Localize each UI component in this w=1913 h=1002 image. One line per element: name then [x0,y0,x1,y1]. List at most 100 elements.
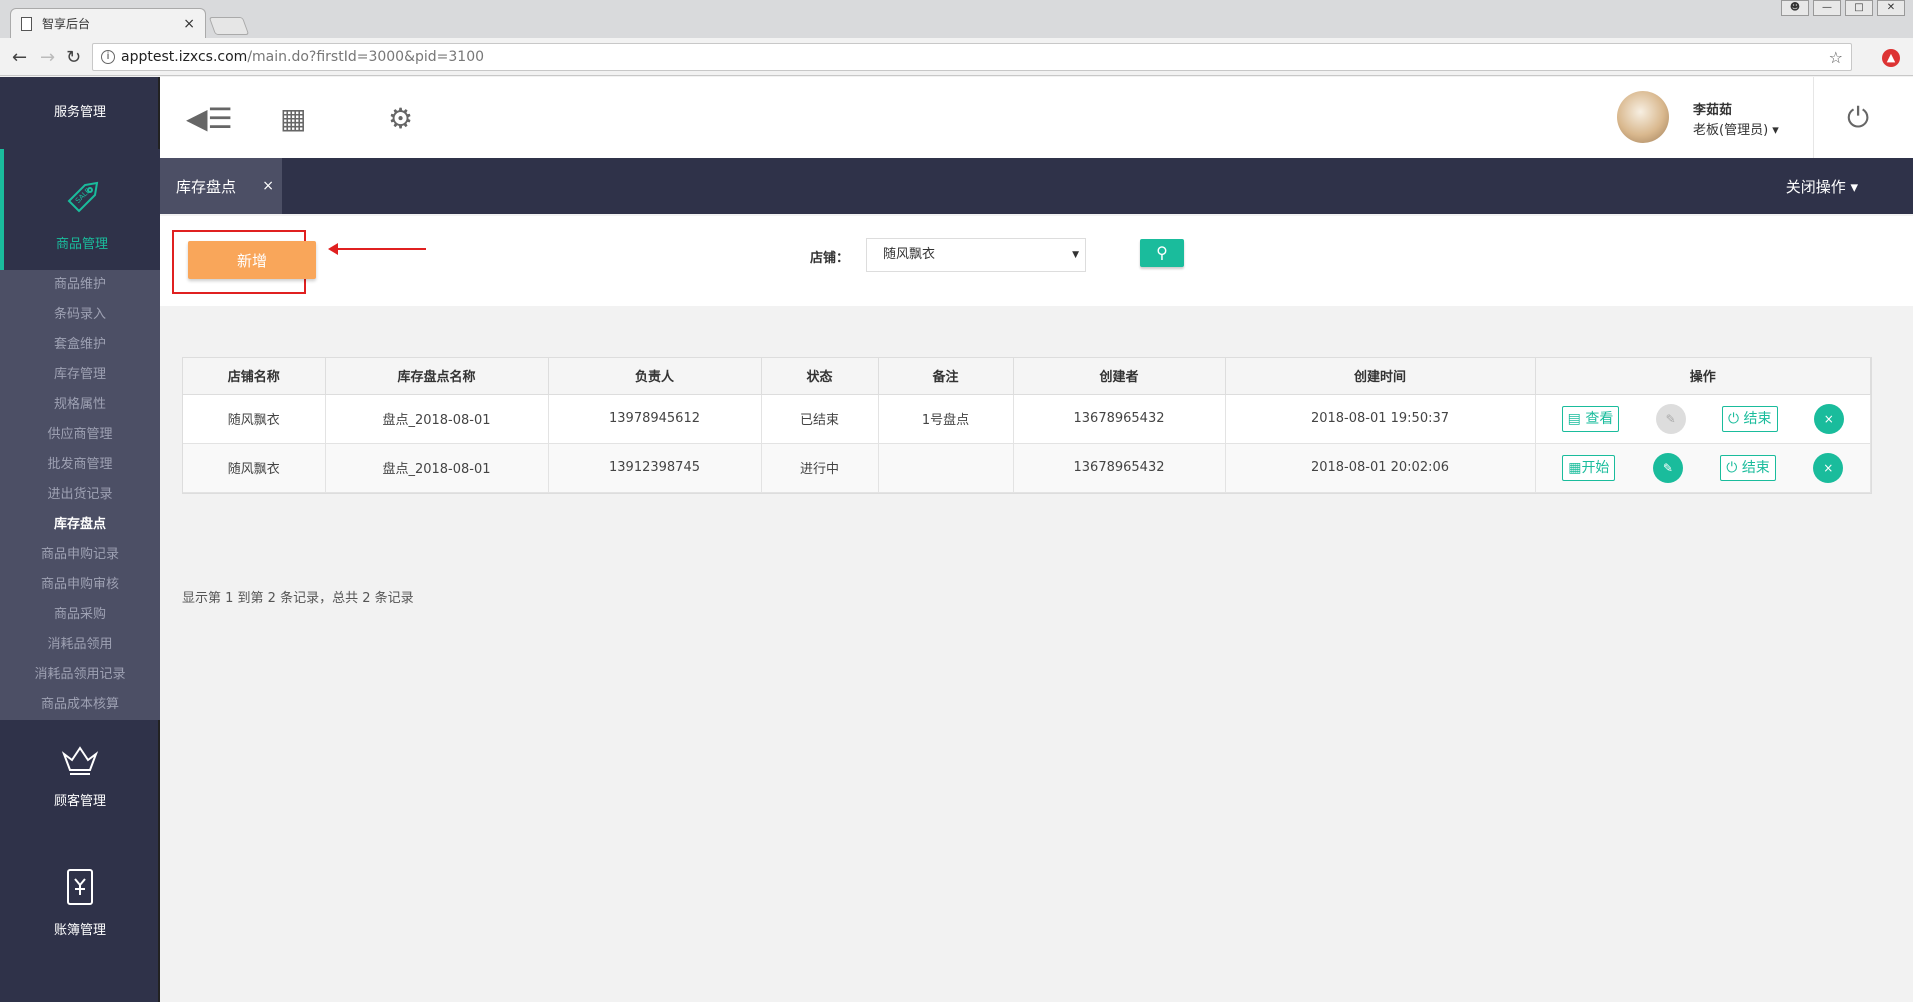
grid-icon[interactable]: ▦ [280,102,306,135]
cell-status: 进行中 [761,443,879,493]
submenu-item[interactable]: 供应商管理 [0,420,160,450]
sidebar: 服务管理 SALE 商品管理 商品维护 条码录入 套盒维护 库存管理 规格属性 供应商管理… [0,77,160,1002]
svg-text:SALE: SALE [74,187,92,205]
submenu-item[interactable]: 规格属性 [0,390,160,420]
column-header: 店铺名称 [183,358,326,395]
close-icon[interactable]: × [262,178,274,194]
bookmark-star-icon[interactable]: ☆ [1829,48,1843,67]
avatar[interactable] [1617,91,1669,143]
crown-icon [0,742,160,786]
finish-button[interactable]: ⏻ 结束 [1720,454,1776,481]
edit-button-disabled: ✎ [1655,403,1686,434]
submenu-item[interactable]: 商品维护 [0,270,160,300]
column-header: 状态 [761,358,879,395]
column-header: 创建者 [1013,358,1226,395]
edit-icon: ✎ [1662,460,1673,475]
shop-label: 店铺： [810,251,850,266]
column-header: 库存盘点名称 [325,358,549,395]
submenu-item[interactable]: 套盒维护 [0,330,160,360]
edit-button[interactable]: ✎ [1652,452,1683,483]
submenu-item[interactable]: 条码录入 [0,300,160,330]
table-row: 随风飘衣 盘点_2018-08-01 13978945612 已结束 1号盘点 … [183,394,1871,444]
power-icon[interactable]: ⏻ [1847,101,1869,135]
forward-icon[interactable]: → [40,47,55,68]
cell-remark: 1号盘点 [878,394,1014,444]
browser-toolbar: ← → ↻ i apptest.izxcs.com /main.do?first… [0,38,1913,76]
sidebar-item-label: 服务管理 [53,105,106,120]
sale-tag-icon: SALE [4,175,160,229]
annotation-arrow [328,243,426,255]
delete-button[interactable]: × [1813,403,1844,434]
submenu-item[interactable]: 商品成本核算 [0,690,160,720]
search-button[interactable]: ⚲ [1140,239,1184,267]
submenu-item[interactable]: 进出货记录 [0,480,160,510]
submenu-item[interactable]: 消耗品领用记录 [0,660,160,690]
goods-submenu: 商品维护 条码录入 套盒维护 库存管理 规格属性 供应商管理 批发商管理 进出货记录 库存盘点商… [0,270,160,720]
close-operations-dropdown[interactable]: 关闭操作 ▾ [1786,176,1858,197]
view-label: 查看 [1585,410,1614,427]
browser-tab[interactable]: 智享后台 × [10,8,206,38]
submenu-item[interactable]: 消耗品领用 [0,630,160,660]
submenu-item[interactable]: 库存盘点 [0,510,160,540]
power-icon: ⏻ [1727,410,1744,427]
column-header: 操作 [1535,358,1871,395]
tab-inventory-check[interactable]: 库存盘点 × [160,158,282,214]
table-header-row: 店铺名称 库存盘点名称 负责人 状态 备注 创建者 创建时间 操作 [183,358,1871,395]
reload-icon[interactable]: ↻ [66,47,81,68]
user-role-dropdown[interactable]: 老板(管理员) ▾ [1693,119,1779,138]
submenu-item[interactable]: 库存管理 [0,360,160,390]
start-label: 开始 [1581,459,1610,476]
shop-select[interactable]: 随风飘衣 ▼ [866,238,1086,272]
finish-label: 结束 [1741,459,1770,476]
finish-button[interactable]: ⏻ 结束 [1721,405,1778,432]
search-icon: ⚲ [1156,243,1168,262]
column-header: 创建时间 [1225,358,1536,395]
new-tab-button[interactable] [208,17,250,35]
cell-shop: 随风飘衣 [183,443,326,493]
minimize-icon[interactable]: — [1813,0,1841,16]
gear-icon[interactable]: ⚙ [388,102,413,135]
back-icon[interactable]: ← [12,47,27,68]
browser-tabstrip: 智享后台 × ☻ — □ ✕ [0,0,1913,38]
sidebar-item-ledger[interactable]: 账簿管理 [0,867,160,967]
cell-shop: 随风飘衣 [183,394,326,444]
top-header: ◀☰ ▦ ⚙ 李茹茹 老板(管理员) ▾ ⏻ [160,77,1913,158]
view-button[interactable]: ▤ 查看 [1561,405,1620,432]
cell-name: 盘点_2018-08-01 [325,394,549,444]
sidebar-item-customer[interactable]: 顾客管理 [0,742,160,842]
pagination-summary: 显示第 1 到第 2 条记录，总共 2 条记录 [182,591,414,606]
browser-tab-title: 智享后台 [42,17,91,31]
cell-remark [878,443,1014,493]
cell-owner: 13912398745 [548,443,762,493]
delete-button[interactable]: × [1813,452,1844,483]
extension-icon[interactable]: ▲ [1882,49,1900,67]
cell-name: 盘点_2018-08-01 [325,443,549,493]
sidebar-item-service[interactable]: 服务管理 [0,77,160,147]
submenu-item[interactable]: 商品申购审核 [0,570,160,600]
submenu-item[interactable]: 商品采购 [0,600,160,630]
submenu-item[interactable]: 批发商管理 [0,450,160,480]
address-bar[interactable]: i apptest.izxcs.com /main.do?firstId=300… [92,43,1852,71]
user-icon[interactable]: ☻ [1781,0,1809,16]
inventory-check-table: 店铺名称 库存盘点名称 负责人 状态 备注 创建者 创建时间 操作 随风飘衣 盘… [182,357,1872,494]
collapse-menu-icon[interactable]: ◀☰ [186,102,233,135]
info-icon[interactable]: i [101,50,115,64]
ledger-icon [0,867,160,915]
sidebar-item-goods[interactable]: SALE 商品管理 [0,149,160,270]
table-row: 随风飘衣 盘点_2018-08-01 13912398745 进行中 13678… [183,443,1871,493]
window-controls: ☻ — □ ✕ [1781,0,1905,16]
page-tabbar: 库存盘点 × 关闭操作 ▾ [160,158,1913,214]
cell-status: 已结束 [761,394,879,444]
start-button[interactable]: ▦开始 [1562,454,1616,481]
cell-creator: 13678965432 [1013,394,1226,444]
maximize-icon[interactable]: □ [1845,0,1873,16]
close-window-icon[interactable]: ✕ [1877,0,1905,16]
cell-created: 2018-08-01 20:02:06 [1225,443,1536,493]
close-tab-icon[interactable]: × [183,16,195,32]
sidebar-item-label: 商品管理 [55,237,108,252]
divider [1813,77,1814,158]
filter-toolbar: 新增 店铺： 随风飘衣 ▼ ⚲ [160,216,1913,306]
url-host: apptest.izxcs.com [121,49,248,65]
submenu-item[interactable]: 商品申购记录 [0,540,160,570]
add-button[interactable]: 新增 [188,241,316,279]
